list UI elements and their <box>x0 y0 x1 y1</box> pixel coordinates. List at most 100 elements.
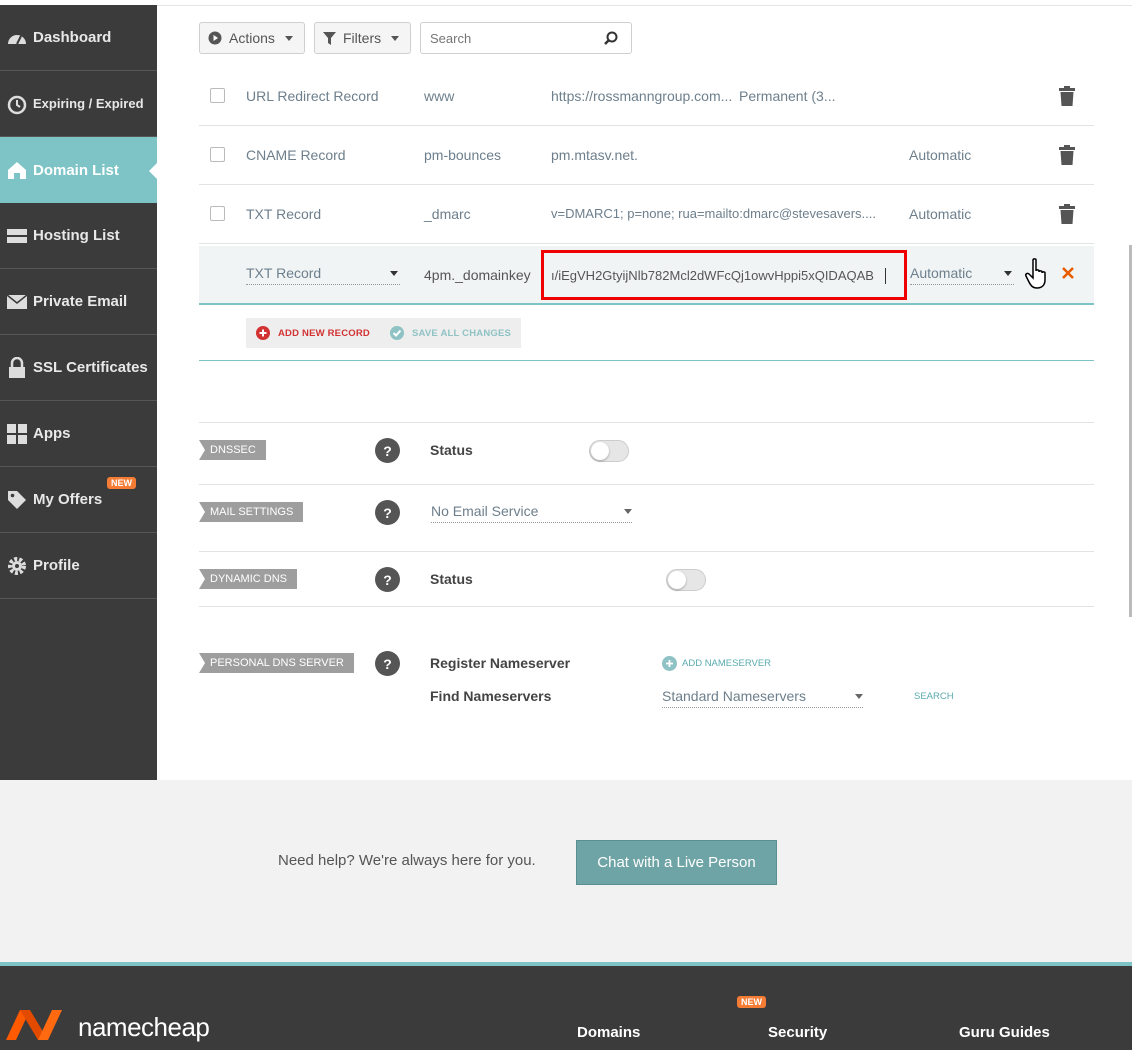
sidebar-item-profile[interactable]: Profile <box>0 533 157 599</box>
add-new-record-label: ADD NEW RECORD <box>278 327 370 339</box>
tag-icon <box>6 489 28 511</box>
sidebar: Dashboard Expiring / Expired Domain List… <box>0 5 157 780</box>
sidebar-item-my-offers[interactable]: My Offers NEW <box>0 467 157 533</box>
new-badge: NEW <box>737 996 766 1008</box>
record-value: v=DMARC1; p=none; rua=mailto:dmarc@steve… <box>551 206 876 221</box>
help-icon[interactable]: ? <box>375 438 400 463</box>
actions-dropdown[interactable]: Actions <box>199 22 305 54</box>
save-all-changes-label: SAVE ALL CHANGES <box>412 327 512 339</box>
lock-icon <box>6 356 28 379</box>
dynamic-dns-toggle[interactable] <box>666 569 706 591</box>
footer-guru-guides-heading: Guru Guides <box>959 1024 1050 1041</box>
chevron-down-icon <box>855 694 863 699</box>
namecheap-logo-text[interactable]: namecheap <box>78 1012 210 1043</box>
table-row: TXT Record _dmarc v=DMARC1; p=none; rua=… <box>199 186 1094 244</box>
record-type: TXT Record <box>246 206 322 222</box>
divider <box>199 551 1094 552</box>
nameserver-type-select[interactable]: Standard Nameservers <box>662 688 863 708</box>
trash-icon[interactable] <box>1059 86 1075 109</box>
register-nameserver-label: Register Nameserver <box>430 655 571 671</box>
find-nameservers-label: Find Nameservers <box>430 688 552 704</box>
new-badge: NEW <box>107 477 136 489</box>
row-checkbox[interactable] <box>210 88 225 103</box>
help-icon[interactable]: ? <box>375 500 400 525</box>
sidebar-item-apps[interactable]: Apps <box>0 401 157 467</box>
add-nameserver-label: ADD NAMESERVER <box>682 658 772 669</box>
search-box <box>420 22 632 54</box>
trash-icon[interactable] <box>1059 204 1075 227</box>
chevron-down-icon <box>390 271 398 276</box>
save-all-changes-button[interactable]: SAVE ALL CHANGES <box>380 318 522 348</box>
help-icon[interactable]: ? <box>375 651 400 676</box>
chat-live-person-button[interactable]: Chat with a Live Person <box>576 840 777 885</box>
trash-icon[interactable] <box>1059 145 1075 168</box>
dynamic-dns-tag: DYNAMIC DNS <box>199 569 298 589</box>
namecheap-logo-icon <box>6 1010 62 1040</box>
record-extra: Permanent (3... <box>739 88 836 104</box>
close-icon[interactable] <box>1062 267 1074 279</box>
table-row: URL Redirect Record www https://rossmann… <box>199 68 1094 126</box>
sidebar-item-dashboard[interactable]: Dashboard <box>0 5 157 71</box>
chevron-down-icon <box>284 35 293 41</box>
speedometer-icon <box>6 27 28 49</box>
plus-circle-icon <box>662 656 677 671</box>
dnssec-status-label: Status <box>430 442 473 458</box>
gear-icon <box>6 555 28 577</box>
check-circle-icon <box>390 326 404 340</box>
ttl-select[interactable]: Automatic <box>910 265 1014 285</box>
chevron-down-icon <box>391 35 400 41</box>
help-icon[interactable]: ? <box>375 567 400 592</box>
sidebar-item-label: Private Email <box>33 293 128 310</box>
record-value: https://rossmanngroup.com... <box>551 88 733 104</box>
record-ttl: Automatic <box>909 206 972 222</box>
add-new-record-button[interactable]: ADD NEW RECORD <box>246 318 380 348</box>
sidebar-item-label: My Offers <box>33 491 103 508</box>
row-checkbox[interactable] <box>210 206 225 221</box>
mail-settings-tag: MAIL SETTINGS <box>199 502 304 522</box>
sidebar-item-domain-list[interactable]: Domain List <box>0 137 157 203</box>
highlight-box <box>541 250 907 300</box>
record-host-input[interactable]: 4pm._domainkey <box>424 267 531 283</box>
chevron-down-icon <box>624 509 632 514</box>
search-input[interactable] <box>428 23 598 53</box>
clock-icon <box>6 93 28 115</box>
nameserver-type-value: Standard Nameservers <box>662 688 806 704</box>
mail-service-value: No Email Service <box>431 503 539 519</box>
divider <box>199 606 1094 607</box>
top-divider <box>157 5 1132 6</box>
help-band: Need help? We're always here for you. Ch… <box>0 780 1132 962</box>
record-ttl: Automatic <box>909 147 972 163</box>
help-text: Need help? We're always here for you. <box>278 852 536 869</box>
sidebar-item-ssl-certificates[interactable]: SSL Certificates <box>0 335 157 401</box>
record-type-value: TXT Record <box>246 265 322 281</box>
table-row: CNAME Record pm-bounces pm.mtasv.net. Au… <box>199 127 1094 185</box>
ttl-value: Automatic <box>910 265 973 281</box>
sidebar-item-label: Expiring / Expired <box>33 96 144 111</box>
row-checkbox[interactable] <box>210 147 225 162</box>
record-actions: ADD NEW RECORD SAVE ALL CHANGES <box>199 306 1094 361</box>
footer-domains-heading: Domains <box>577 1024 641 1041</box>
search-nameservers-link[interactable]: SEARCH <box>914 691 954 702</box>
home-icon <box>6 159 28 181</box>
record-host: _dmarc <box>424 206 471 222</box>
record-type-select[interactable]: TXT Record <box>246 265 400 285</box>
hand-cursor-icon <box>1025 258 1046 289</box>
filters-label: Filters <box>343 30 382 46</box>
sidebar-item-label: Domain List <box>33 161 119 179</box>
divider <box>199 422 1094 423</box>
footer: namecheap NEW Domains Security Guru Guid… <box>0 962 1132 1050</box>
add-nameserver-button[interactable]: ADD NAMESERVER <box>662 656 771 671</box>
dynamic-dns-status-label: Status <box>430 571 473 587</box>
filters-dropdown[interactable]: Filters <box>314 22 411 54</box>
sidebar-item-label: Profile <box>33 557 80 574</box>
divider <box>199 484 1094 485</box>
plus-circle-icon <box>256 326 270 340</box>
dnssec-toggle[interactable] <box>589 440 629 462</box>
sidebar-item-hosting-list[interactable]: Hosting List <box>0 203 157 269</box>
search-icon[interactable] <box>604 31 618 45</box>
mail-service-select[interactable]: No Email Service <box>431 503 632 523</box>
sidebar-item-private-email[interactable]: Private Email <box>0 269 157 335</box>
record-type: URL Redirect Record <box>246 88 379 104</box>
sidebar-item-expiring[interactable]: Expiring / Expired <box>0 71 157 137</box>
record-type: CNAME Record <box>246 147 346 163</box>
